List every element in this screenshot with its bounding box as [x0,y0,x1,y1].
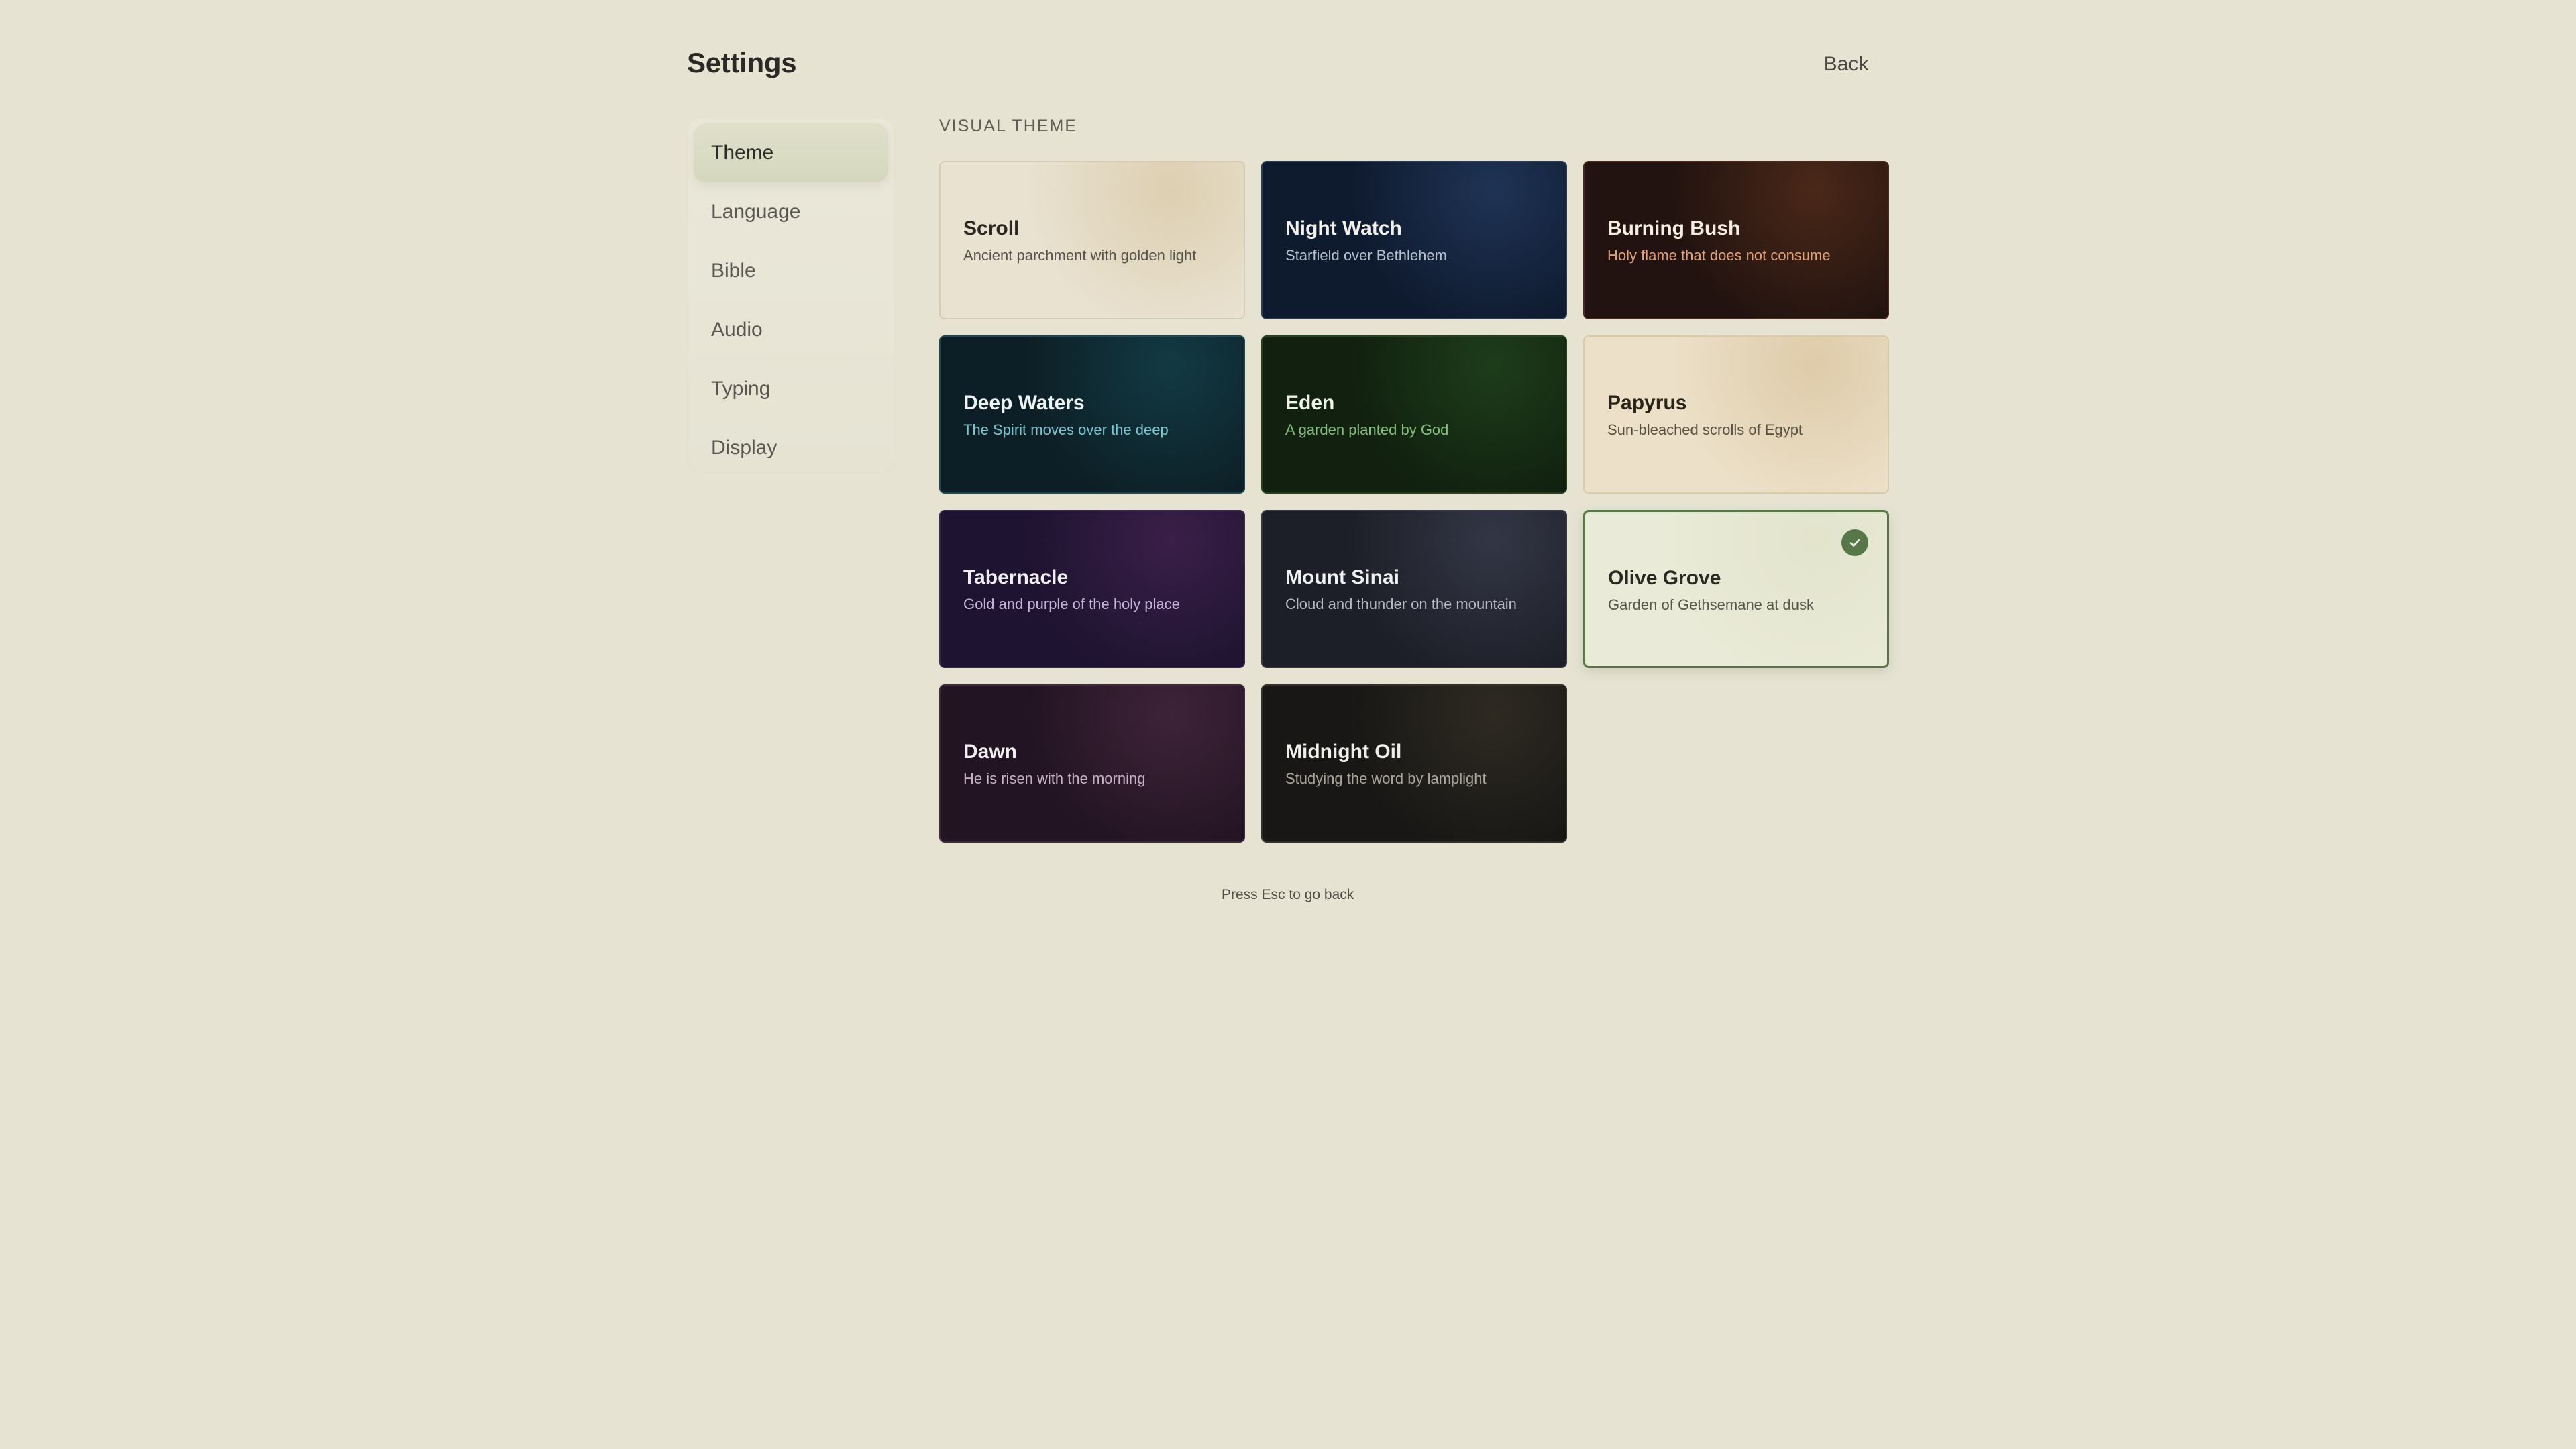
theme-name: Dawn [963,741,1018,763]
theme-description: Ancient parchment with golden light [963,247,1197,264]
theme-card-burning-bush[interactable]: Burning Bush Holy flame that does not co… [1583,161,1889,319]
theme-description: Holy flame that does not consume [1607,247,1831,264]
theme-description: Gold and purple of the holy place [963,596,1180,612]
theme-name: Scroll [963,217,1020,239]
theme-card-mount-sinai[interactable]: Mount Sinai Cloud and thunder on the mou… [1261,510,1567,668]
keyboard-hint: Press Esc to go back [1222,887,1354,902]
sidebar-item-audio[interactable]: Audio [694,301,888,360]
theme-description: He is risen with the morning [963,770,1146,787]
theme-card-olive-grove[interactable]: Olive Grove Garden of Gethsemane at dusk [1583,510,1889,668]
theme-description: The Spirit moves over the deep [963,421,1169,438]
sidebar-item-language[interactable]: Language [694,182,888,241]
theme-name: Burning Bush [1607,217,1741,239]
theme-card-scroll[interactable]: Scroll Ancient parchment with golden lig… [939,161,1245,319]
theme-name: Eden [1285,392,1335,414]
sidebar-item-display[interactable]: Display [694,419,888,478]
theme-name: Deep Waters [963,392,1085,414]
theme-name: Midnight Oil [1285,741,1402,763]
sidebar-item-label: Language [711,201,801,223]
sidebar-item-typing[interactable]: Typing [694,360,888,419]
theme-description: Cloud and thunder on the mountain [1285,596,1517,612]
settings-sidebar: Theme Language Bible Audio Typing Displa… [687,118,895,474]
page-title: Settings [687,47,797,78]
sidebar-item-label: Typing [711,378,771,400]
sidebar-item-bible[interactable]: Bible [694,241,888,301]
theme-description: Studying the word by lamplight [1285,770,1487,787]
sidebar-item-label: Bible [711,260,756,282]
theme-description: Starfield over Bethlehem [1285,247,1447,264]
theme-name: Tabernacle [963,566,1069,588]
theme-card-dawn[interactable]: Dawn He is risen with the morning [939,684,1245,843]
section-label: VISUAL THEME [939,117,1077,136]
theme-description: A garden planted by God [1285,421,1449,438]
sidebar-item-label: Theme [711,142,774,164]
sidebar-item-label: Audio [711,319,763,341]
theme-card-eden[interactable]: Eden A garden planted by God [1261,335,1567,494]
theme-name: Night Watch [1285,217,1402,239]
selected-check-icon [1841,529,1868,556]
theme-card-papyrus[interactable]: Papyrus Sun-bleached scrolls of Egypt [1583,335,1889,494]
theme-description: Garden of Gethsemane at dusk [1608,596,1814,613]
theme-description: Sun-bleached scrolls of Egypt [1607,421,1803,438]
sidebar-item-label: Display [711,437,777,459]
sidebar-item-theme[interactable]: Theme [694,123,888,182]
theme-card-tabernacle[interactable]: Tabernacle Gold and purple of the holy p… [939,510,1245,668]
back-button[interactable]: Back [1811,48,1881,80]
theme-name: Olive Grove [1608,567,1721,589]
theme-name: Papyrus [1607,392,1687,414]
theme-card-midnight-oil[interactable]: Midnight Oil Studying the word by lampli… [1261,684,1567,843]
theme-card-deep-waters[interactable]: Deep Waters The Spirit moves over the de… [939,335,1245,494]
theme-name: Mount Sinai [1285,566,1399,588]
theme-card-night-watch[interactable]: Night Watch Starfield over Bethlehem [1261,161,1567,319]
